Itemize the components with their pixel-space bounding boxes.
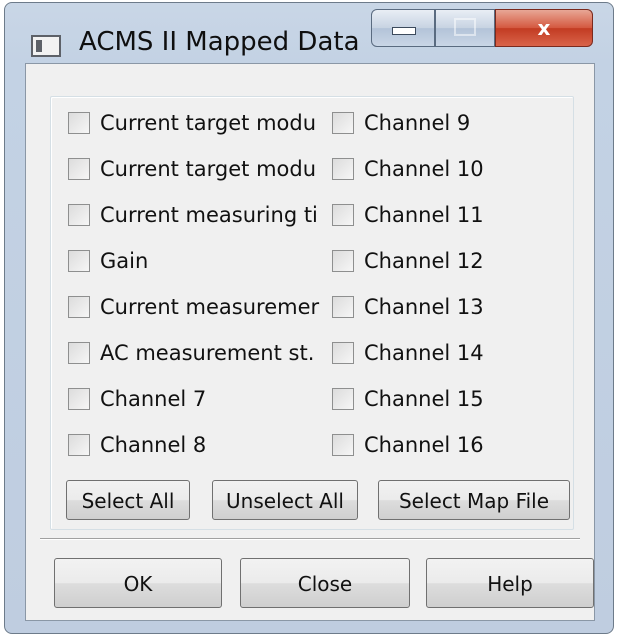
dialog-window: ACMS II Mapped Data x Current target mod…: [4, 2, 614, 634]
minimize-icon: [392, 27, 416, 35]
checkbox[interactable]: [68, 342, 90, 364]
checkbox-label: Current target modu: [100, 111, 317, 135]
select-map-file-button[interactable]: Select Map File: [378, 480, 570, 520]
checkbox[interactable]: [332, 158, 354, 180]
checkbox[interactable]: [332, 204, 354, 226]
checkbox-label: Channel 11: [364, 203, 484, 227]
unselect-all-button[interactable]: Unselect All: [212, 480, 358, 520]
help-button[interactable]: Help: [426, 558, 594, 608]
checkbox[interactable]: [68, 112, 90, 134]
select-all-button[interactable]: Select All: [66, 480, 190, 520]
checkbox-label: Current measuremer: [100, 295, 320, 319]
checkbox-label: Current measuring ti: [100, 203, 318, 227]
checkbox[interactable]: [332, 388, 354, 410]
checkbox-label: Channel 15: [364, 387, 484, 411]
close-icon: x: [537, 16, 551, 40]
checkbox[interactable]: [68, 388, 90, 410]
minimize-button[interactable]: [371, 9, 435, 47]
close-button[interactable]: Close: [240, 558, 410, 608]
checkbox-label: Channel 7: [100, 387, 207, 411]
caption-buttons: x: [371, 9, 593, 49]
close-window-button[interactable]: x: [495, 9, 593, 47]
checkbox[interactable]: [68, 434, 90, 456]
checkbox-label: Channel 12: [364, 249, 484, 273]
checkbox-label: Channel 14: [364, 341, 484, 365]
maximize-button[interactable]: [435, 9, 495, 47]
checkbox-label: AC measurement st.: [100, 341, 315, 365]
checkbox-label: Channel 8: [100, 433, 207, 457]
checkbox-label: Gain: [100, 249, 149, 273]
ok-button[interactable]: OK: [54, 558, 222, 608]
window-title: ACMS II Mapped Data: [79, 27, 360, 57]
checkbox[interactable]: [332, 250, 354, 272]
checkbox[interactable]: [332, 342, 354, 364]
separator: [40, 538, 580, 540]
title-bar[interactable]: ACMS II Mapped Data x: [5, 3, 613, 65]
checkbox-label: Current target modu: [100, 157, 317, 181]
app-window-icon[interactable]: [31, 35, 61, 57]
checkbox-label: Channel 13: [364, 295, 484, 319]
checkbox-label: Channel 10: [364, 157, 484, 181]
checkbox-label: Channel 9: [364, 111, 471, 135]
checkbox[interactable]: [68, 296, 90, 318]
checkbox[interactable]: [332, 112, 354, 134]
checkbox[interactable]: [68, 158, 90, 180]
checkbox[interactable]: [332, 296, 354, 318]
maximize-icon: [454, 18, 476, 36]
checkbox[interactable]: [68, 204, 90, 226]
checkbox[interactable]: [332, 434, 354, 456]
checkbox-label: Channel 16: [364, 433, 484, 457]
checkbox[interactable]: [68, 250, 90, 272]
dialog-client-area: Current target modu Current target modu …: [25, 63, 595, 621]
